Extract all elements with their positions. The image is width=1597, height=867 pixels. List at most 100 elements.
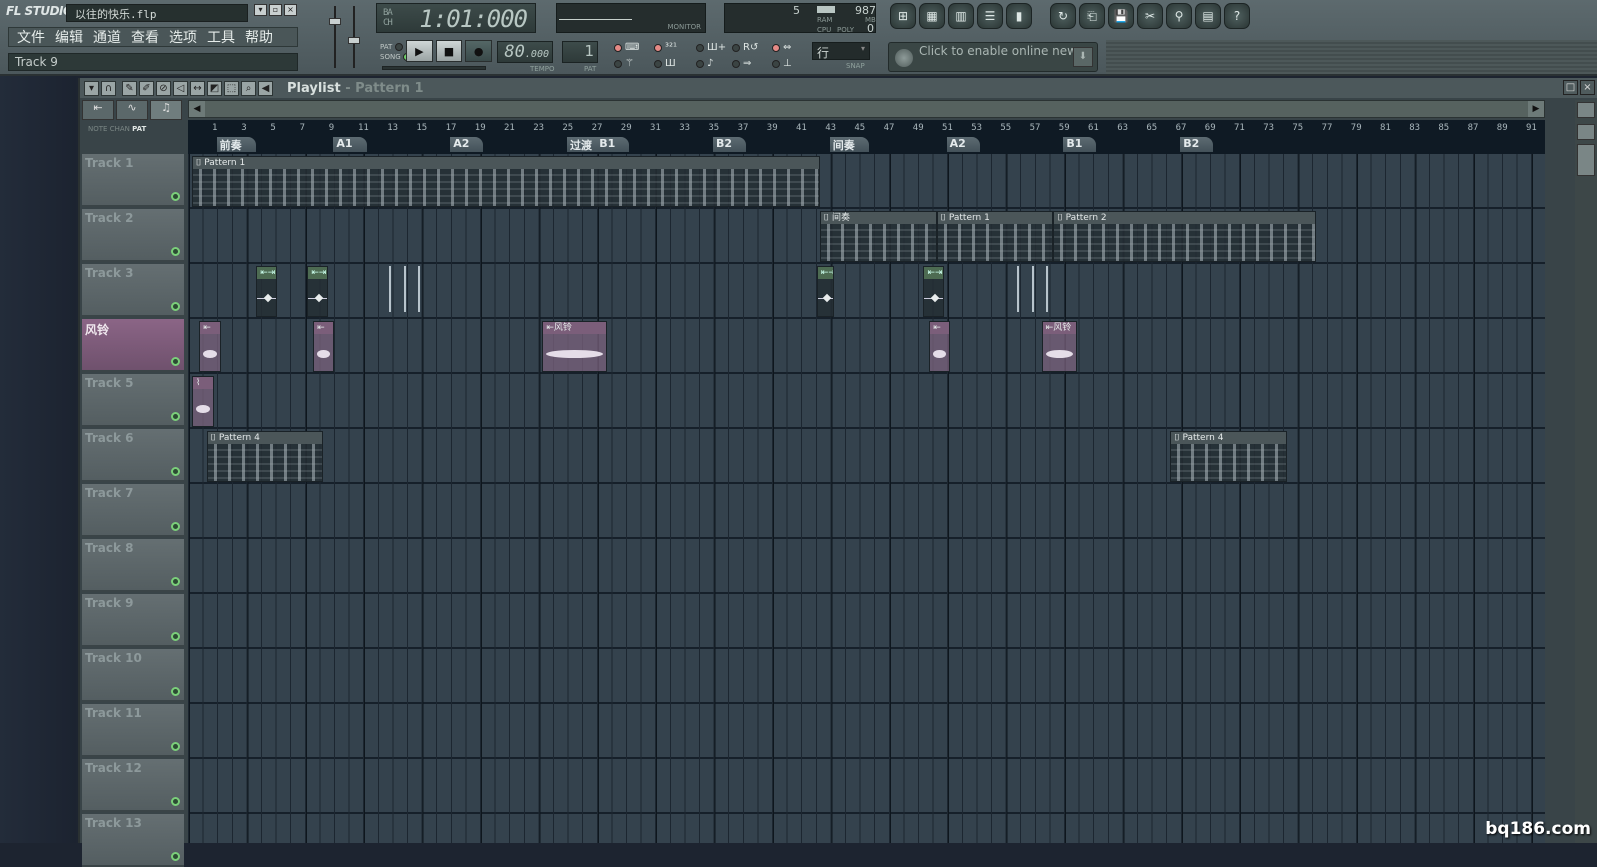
- track-mute-button[interactable]: [171, 302, 180, 311]
- multilink-toggle[interactable]: ⇔: [772, 42, 791, 53]
- note-repeat-toggle[interactable]: ♪: [696, 58, 713, 69]
- menu-help[interactable]: 帮助: [245, 27, 273, 47]
- track-header[interactable]: Track 2: [82, 209, 184, 262]
- playlist-grid[interactable]: ⌷ Pattern 1 ⌷ 间奏 ⌷ Pattern 1 ⌷ Pattern 2 ⇤⇥ ⇤…: [188, 154, 1545, 843]
- track-header[interactable]: Track 9: [82, 594, 184, 647]
- automation-point[interactable]: [822, 293, 832, 303]
- select-icon[interactable]: ⬚: [224, 80, 239, 96]
- sample-clip[interactable]: ⇤风铃: [542, 321, 607, 372]
- track-mute-button[interactable]: [171, 247, 180, 256]
- options-menu-icon[interactable]: ▾: [84, 80, 99, 96]
- track-mute-button[interactable]: [171, 412, 180, 421]
- pattern-selector[interactable]: 1: [562, 41, 598, 63]
- track-header[interactable]: Track 6: [82, 429, 184, 482]
- track-header[interactable]: Track 12: [82, 759, 184, 812]
- song-position-slider[interactable]: [382, 66, 486, 70]
- master-pitch-thumb[interactable]: [348, 37, 360, 44]
- save-icon[interactable]: ⎗: [1079, 3, 1105, 29]
- pattern-clip[interactable]: ⌷ Pattern 1: [192, 156, 820, 207]
- sample-clip[interactable]: ⌇: [192, 376, 214, 427]
- mixer-toggle[interactable]: ⊥: [772, 58, 792, 69]
- cut-icon[interactable]: ✂: [1137, 3, 1163, 29]
- time-marker[interactable]: A1: [333, 137, 367, 152]
- scroll-left-icon[interactable]: ◀: [189, 101, 205, 117]
- horizontal-scrollbar[interactable]: ◀ ▶: [188, 100, 1545, 118]
- tab-automation[interactable]: ∿: [116, 100, 148, 120]
- time-marker[interactable]: B1: [596, 137, 630, 152]
- track-header[interactable]: Track 8: [82, 539, 184, 592]
- sample-clip[interactable]: ⇤风铃: [1041, 321, 1077, 372]
- tab-audio[interactable]: ♫: [150, 100, 182, 120]
- track-mute-button[interactable]: [171, 522, 180, 531]
- undo-icon[interactable]: ↻: [1050, 3, 1076, 29]
- play-button[interactable]: ▶: [406, 40, 433, 62]
- master-volume-thumb[interactable]: [329, 18, 341, 25]
- step-edit-toggle[interactable]: ⚚: [614, 58, 634, 69]
- master-volume-slider[interactable]: [334, 6, 336, 68]
- wait-toggle[interactable]: Ш: [654, 58, 676, 69]
- download-icon[interactable]: ⬇: [1073, 47, 1093, 67]
- paint-icon[interactable]: ✐: [139, 80, 154, 96]
- track-header[interactable]: Track 3: [82, 264, 184, 317]
- automation-point[interactable]: [314, 293, 323, 303]
- delete-icon[interactable]: ⊘: [156, 80, 171, 96]
- notes-icon[interactable]: ▤: [1195, 3, 1221, 29]
- scroll-up-button[interactable]: [1577, 124, 1595, 140]
- magnet-icon[interactable]: ∩: [101, 80, 116, 96]
- track-mute-button[interactable]: [171, 357, 180, 366]
- scroll-right-icon[interactable]: ▶: [1528, 101, 1544, 117]
- snap-selector[interactable]: 行 ▾: [812, 42, 870, 60]
- browser-icon[interactable]: ☰: [977, 3, 1003, 29]
- loop-record-toggle[interactable]: R↺: [732, 42, 758, 53]
- menu-view[interactable]: 查看: [131, 27, 159, 47]
- close-window-icon[interactable]: ×: [1580, 80, 1595, 95]
- menu-edit[interactable]: 编辑: [55, 27, 83, 47]
- chan-mode-label[interactable]: CHAN: [110, 125, 130, 133]
- sample-clip[interactable]: ⇤: [199, 321, 222, 372]
- zoom-minus-button[interactable]: [1577, 102, 1595, 118]
- current-pattern[interactable]: - Pattern 1: [345, 81, 423, 96]
- blend-notes-toggle[interactable]: Ш+: [696, 42, 726, 53]
- zoom-icon[interactable]: ⌕: [241, 80, 256, 96]
- pattern-clip[interactable]: ⌷ Pattern 1: [936, 211, 1054, 262]
- sample-clip[interactable]: ⇤: [313, 321, 334, 372]
- time-marker[interactable]: 前奏: [216, 137, 256, 152]
- track-mute-button[interactable]: [171, 687, 180, 696]
- metronome-toggle[interactable]: ⌨: [614, 42, 639, 53]
- note-mode-label[interactable]: NOTE: [88, 125, 107, 133]
- pencil-icon[interactable]: ✎: [122, 80, 137, 96]
- track-mute-button[interactable]: [171, 632, 180, 641]
- track-mute-button[interactable]: [171, 742, 180, 751]
- time-marker[interactable]: A2: [450, 137, 484, 152]
- auto-clip[interactable]: ⇤⇥: [816, 266, 835, 317]
- pattern-clip[interactable]: ⌷ Pattern 2: [1053, 211, 1317, 262]
- menu-tools[interactable]: 工具: [207, 27, 235, 47]
- playlist-icon[interactable]: ⊞: [890, 3, 916, 29]
- slip-icon[interactable]: ↔: [190, 80, 205, 96]
- pattern-clip[interactable]: ⌷ Pattern 4: [206, 431, 324, 482]
- vertical-scrollbar[interactable]: [1575, 100, 1597, 843]
- track-mute-button[interactable]: [171, 577, 180, 586]
- time-marker[interactable]: B2: [713, 137, 747, 152]
- pat-mode-label[interactable]: PAT: [132, 125, 146, 133]
- time-marker[interactable]: B1: [1063, 137, 1097, 152]
- tempo-display[interactable]: 80.000: [497, 41, 553, 63]
- track-header[interactable]: Track 1: [82, 154, 184, 207]
- time-marker[interactable]: A2: [946, 137, 980, 152]
- track-header[interactable]: Track 10: [82, 649, 184, 702]
- record-button[interactable]: ●: [465, 40, 493, 62]
- mute-icon[interactable]: ◁: [173, 80, 188, 96]
- track-mute-button[interactable]: [171, 192, 180, 201]
- track-mute-button[interactable]: [171, 852, 180, 861]
- pattern-clip[interactable]: ⌷ Pattern 4: [1170, 431, 1287, 482]
- menu-channels[interactable]: 通道: [93, 27, 121, 47]
- track-header[interactable]: Track 11: [82, 704, 184, 757]
- maximize-button[interactable]: ▫: [269, 4, 282, 16]
- menu-file[interactable]: 文件: [17, 27, 45, 47]
- online-news-panel[interactable]: Click to enable online news ⬇: [888, 42, 1098, 72]
- auto-clip[interactable]: ⇤⇥: [307, 266, 328, 317]
- render-icon[interactable]: 💾: [1108, 3, 1134, 29]
- speaker-icon[interactable]: ◀: [258, 80, 273, 96]
- track-header[interactable]: Track 13: [82, 814, 184, 867]
- search-icon[interactable]: ⚲: [1166, 3, 1192, 29]
